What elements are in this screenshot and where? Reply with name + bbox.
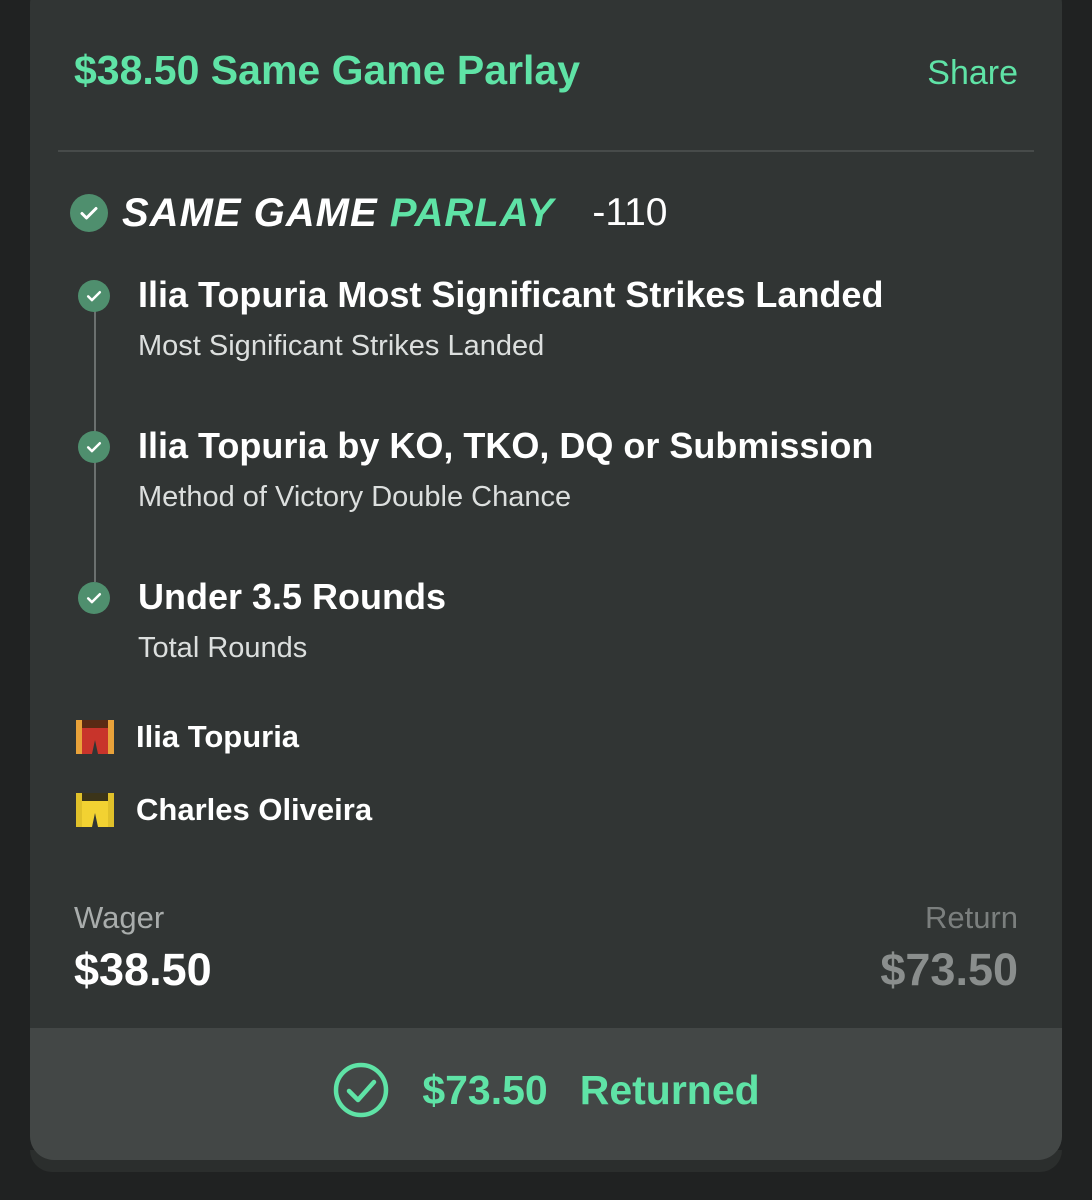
leg-title: Ilia Topuria Most Significant Strikes La… [138,274,884,315]
fighter-name: Charles Oliveira [136,792,373,827]
header-divider [58,150,1034,152]
parlay-label-plain: SAME GAME [122,190,378,235]
leg-market: Method of Victory Double Chance [138,481,572,513]
wager-label: Wager [74,900,165,935]
check-circle-icon [334,1062,389,1118]
parlay-odds: -110 [592,191,668,234]
red-shorts-icon [76,720,114,754]
bet-title: $38.50 Same Game Parlay [74,47,581,93]
parlay-header: SAME GAME PARLAY -110 [70,188,668,238]
status-bar: $73.50 Returned [30,1028,1062,1160]
leg-market: Total Rounds [138,632,308,664]
returned-label: Returned [579,1066,760,1113]
leg-title: Under 3.5 Rounds [138,576,447,617]
leg-market: Most Significant Strikes Landed [138,330,545,362]
leg-title: Ilia Topuria by KO, TKO, DQ or Submissio… [138,425,874,466]
return-label: Return [924,900,1018,935]
check-icon [70,194,108,232]
yellow-shorts-icon [76,793,114,827]
fighter-name: Ilia Topuria [136,719,300,754]
returned-amount: $73.50 [422,1066,548,1113]
share-button[interactable]: Share [927,54,1018,93]
parlay-type-label: SAME GAME PARLAY [122,191,554,236]
fighter-row: Ilia Topuria [74,718,299,756]
fighter-row: Charles Oliveira [74,791,372,829]
wager-amount: $38.50 [74,944,212,995]
check-icon [78,280,110,312]
parlay-label-accent: PARLAY [389,190,555,235]
return-amount: $73.50 [880,944,1018,995]
bet-card: $38.50 Same Game Parlay Share SAME GAME … [30,0,1062,1160]
check-icon [78,582,110,614]
check-icon [78,431,110,463]
